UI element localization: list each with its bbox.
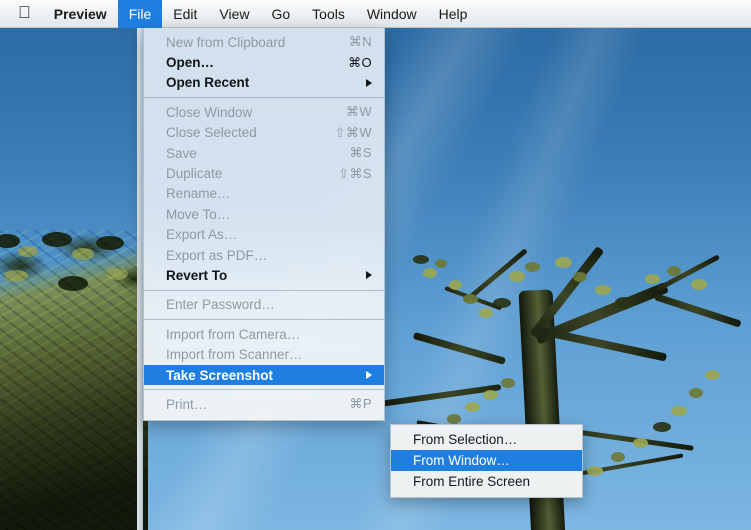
submenu-item-from-selection[interactable]: From Selection… xyxy=(391,429,582,450)
file-menu-dropdown: New from Clipboard ⌘N Open… ⌘O Open Recent Cl… xyxy=(143,28,385,421)
menu-item-shortcut: ⌘N xyxy=(348,34,372,50)
menubar-item-file[interactable]: File xyxy=(115,0,163,28)
chevron-right-icon xyxy=(366,371,372,380)
menu-item-revert-to[interactable]: Revert To xyxy=(144,265,384,285)
menu-item-move-to: Move To… xyxy=(144,204,384,224)
menu-item-label: Close Window xyxy=(166,104,253,120)
menu-item-label: Save xyxy=(166,145,197,161)
apple-menu[interactable]:  xyxy=(0,0,43,28)
menu-item-label: Revert To xyxy=(166,267,228,283)
menu-item-label: Import from Camera… xyxy=(166,326,301,342)
menubar-label: Go xyxy=(258,5,290,22)
menu-item-duplicate: Duplicate ⇧⌘S xyxy=(144,163,384,183)
menu-item-label: Duplicate xyxy=(166,166,223,182)
menubar-item-go[interactable]: Go xyxy=(260,0,301,28)
menu-item-shortcut: ⌘W xyxy=(345,104,372,120)
menubar-item-help[interactable]: Help xyxy=(428,0,479,28)
chevron-right-icon xyxy=(366,78,372,87)
menubar-item-edit[interactable]: Edit xyxy=(162,0,208,28)
menu-item-open[interactable]: Open… ⌘O xyxy=(144,52,384,72)
menu-item-label: New from Clipboard xyxy=(166,34,286,50)
menu-item-import-from-camera: Import from Camera… xyxy=(144,324,384,344)
menu-item-print: Print… ⌘P xyxy=(144,394,384,414)
menu-item-new-from-clipboard: New from Clipboard ⌘N xyxy=(144,32,384,52)
menu-item-label: Print… xyxy=(166,396,208,412)
menu-item-close-selected: Close Selected ⇧⌘W xyxy=(144,123,384,143)
menu-item-label: Rename… xyxy=(166,186,231,202)
menu-item-export-as-pdf: Export as PDF… xyxy=(144,245,384,265)
submenu-items: From Selection… From Window… From Entire S… xyxy=(391,429,582,492)
menubar-item-window[interactable]: Window xyxy=(356,0,428,28)
menu-item-label: Export as PDF… xyxy=(166,247,268,263)
menu-separator xyxy=(144,389,384,391)
file-menu-items: New from Clipboard ⌘N Open… ⌘O Open Recent Cl… xyxy=(144,32,384,415)
menubar-item-preview[interactable]: Preview xyxy=(43,0,118,28)
submenu-item-from-entire-screen[interactable]: From Entire Screen xyxy=(391,471,582,492)
screen:  Preview File Edit View Go Tools Window… xyxy=(0,0,751,530)
menubar-label: Window xyxy=(354,5,417,22)
menu-item-open-recent[interactable]: Open Recent xyxy=(144,73,384,93)
menu-item-label: Take Screenshot xyxy=(166,367,274,383)
submenu-item-from-window[interactable]: From Window… xyxy=(391,450,582,471)
menubar-item-view[interactable]: View xyxy=(208,0,260,28)
menu-item-shortcut: ⌘O xyxy=(348,54,372,70)
menu-item-label: Open… xyxy=(166,55,215,71)
menu-item-label: Move To… xyxy=(166,206,231,222)
menu-item-enter-password: Enter Password… xyxy=(144,295,384,315)
apple-logo-icon:  xyxy=(18,4,31,21)
menu-item-label: Enter Password… xyxy=(166,297,275,313)
menu-item-save: Save ⌘S xyxy=(144,143,384,163)
menubar-item-tools[interactable]: Tools xyxy=(301,0,356,28)
take-screenshot-submenu: From Selection… From Window… From Entire S… xyxy=(390,424,583,498)
menu-separator xyxy=(144,289,384,291)
menu-item-label: Import from Scanner… xyxy=(166,347,303,363)
menu-separator xyxy=(144,97,384,99)
menubar-label: Help xyxy=(425,5,468,22)
menu-item-rename: Rename… xyxy=(144,184,384,204)
menu-item-import-from-scanner: Import from Scanner… xyxy=(144,344,384,364)
submenu-item-label: From Entire Screen xyxy=(413,474,531,489)
menu-separator xyxy=(144,319,384,321)
menubar-label: Edit xyxy=(160,5,197,22)
menu-item-shortcut: ⇧⌘S xyxy=(338,165,372,181)
foliage-hillside xyxy=(0,230,148,530)
menu-item-shortcut: ⇧⌘W xyxy=(334,124,372,140)
submenu-item-label: From Window… xyxy=(413,453,510,468)
menubar-label: Preview xyxy=(41,5,107,22)
menubar-label: File xyxy=(115,5,152,22)
submenu-item-label: From Selection… xyxy=(413,432,518,447)
menu-item-close-window: Close Window ⌘W xyxy=(144,102,384,122)
menu-item-take-screenshot[interactable]: Take Screenshot xyxy=(144,364,384,386)
menubar-label: Tools xyxy=(299,5,345,22)
menu-bar:  Preview File Edit View Go Tools Window… xyxy=(0,0,751,28)
menu-item-label: Open Recent xyxy=(166,75,250,91)
menu-item-label: Export As… xyxy=(166,227,238,243)
menubar-label: View xyxy=(206,5,249,22)
menu-item-shortcut: ⌘P xyxy=(349,396,372,412)
menu-item-shortcut: ⌘S xyxy=(349,145,372,161)
chevron-right-icon xyxy=(366,271,372,280)
menu-item-export-as: Export As… xyxy=(144,225,384,245)
menu-item-label: Close Selected xyxy=(166,125,257,141)
